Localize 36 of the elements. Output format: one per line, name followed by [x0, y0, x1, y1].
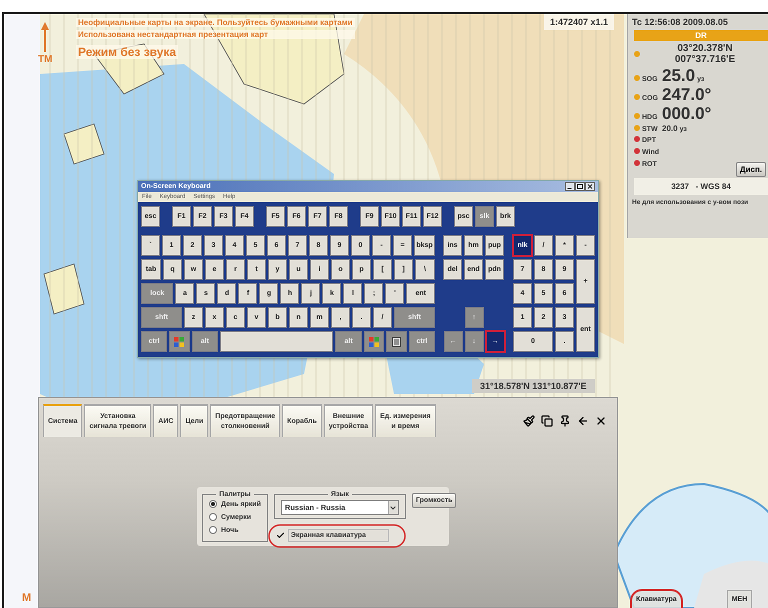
sensor-value: 25.0 — [662, 67, 696, 84]
position-source-bar: DR — [634, 30, 768, 41]
key[interactable] — [220, 331, 334, 352]
time-label: Tc 12:56:08 2009.08.05 — [631, 16, 729, 29]
radio-button[interactable] — [209, 513, 217, 521]
latitude: 03°20.378'N — [677, 43, 733, 54]
pin-icon[interactable] — [559, 414, 571, 426]
display-button[interactable]: Дисп. — [736, 162, 766, 177]
list-icon — [392, 336, 402, 346]
dropdown-caret-icon[interactable] — [389, 504, 398, 512]
checkbox[interactable] — [276, 531, 285, 540]
brush-icon[interactable] — [523, 414, 535, 426]
north-arrow-icon — [40, 22, 50, 52]
scale-label: 1:472407 x1.1 — [544, 14, 614, 30]
cursor-position: 31°18.578'N 131°10.877'E — [472, 379, 595, 393]
color-squares-icon — [174, 336, 184, 346]
back-icon[interactable] — [577, 414, 589, 426]
key[interactable] — [386, 331, 407, 352]
corner-label: M — [22, 592, 32, 604]
sound-mode-label: Режим без звука — [76, 45, 178, 59]
sensor-value: 20.0 — [662, 124, 678, 133]
radio-button[interactable] — [209, 526, 217, 534]
sensor-value: 247.0° — [662, 86, 712, 103]
datum-label: 3237 - WGS 84 — [634, 178, 768, 195]
close-icon[interactable] — [595, 414, 607, 426]
key[interactable] — [169, 331, 190, 352]
chart-warning: Использована нестандартная презентация карт — [76, 30, 355, 39]
longitude: 007°37.716'E — [674, 54, 736, 65]
sensor-value: 000.0° — [662, 105, 712, 122]
radio-button[interactable] — [209, 500, 217, 508]
window-controls-icon[interactable] — [565, 182, 595, 191]
color-squares-icon — [368, 336, 379, 346]
chart-warning: Неофициальные карты на экране. Пользуйтесь бумажными картами — [76, 18, 355, 27]
windows-icon[interactable] — [541, 414, 553, 426]
key[interactable] — [364, 331, 384, 352]
north-label: TM — [38, 54, 52, 65]
